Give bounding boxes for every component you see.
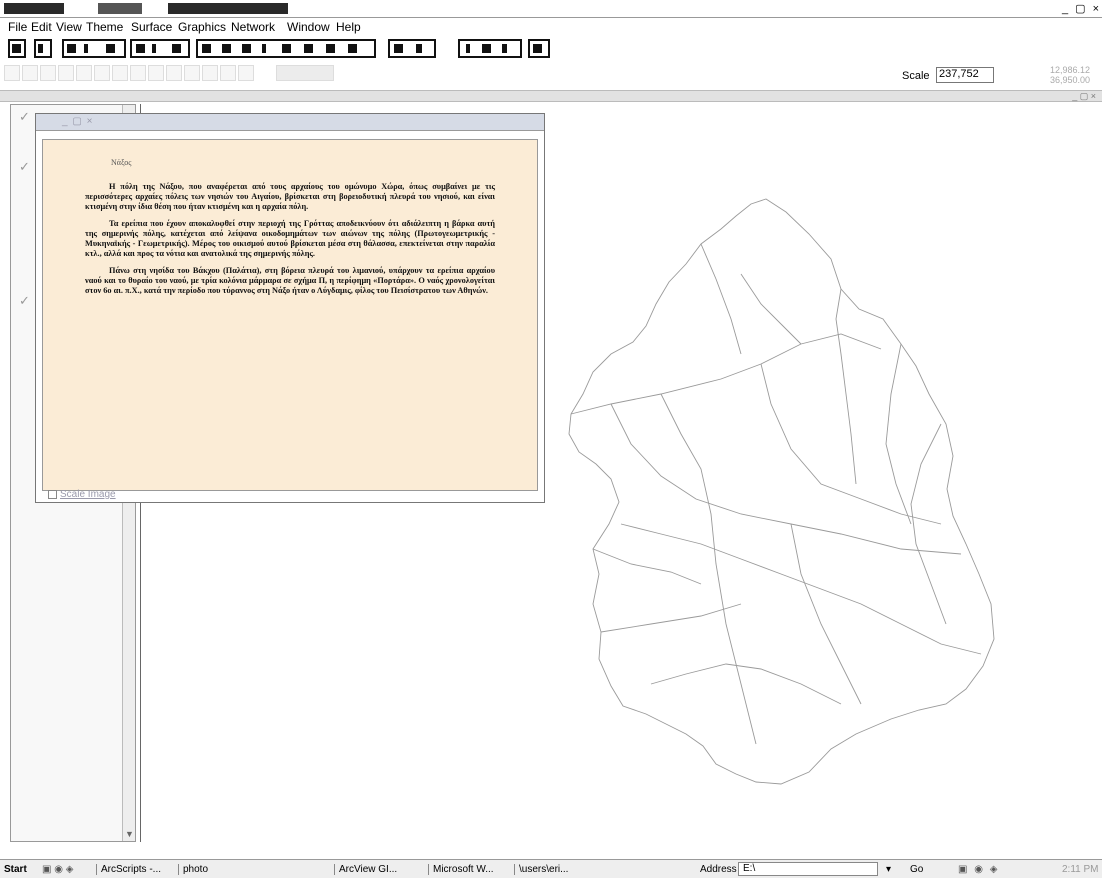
go-button[interactable]: Go [910, 864, 923, 875]
layer-visibility-checkbox[interactable]: ✓ [19, 159, 30, 175]
taskbar-item[interactable]: photo [178, 864, 208, 875]
window-controls[interactable]: _ ▢ × [1062, 2, 1101, 15]
view-window-controls[interactable]: _ ▢ × [1072, 91, 1096, 102]
title-block [98, 3, 142, 14]
menu-bar: File Edit View Theme Surface Graphics Ne… [0, 19, 1102, 36]
text-tool-icon[interactable] [184, 65, 200, 81]
road [790, 523, 862, 705]
road [835, 288, 857, 485]
menu-view[interactable]: View [56, 20, 82, 34]
address-dropdown-icon[interactable]: ▾ [886, 864, 891, 875]
graphics-tools-group[interactable] [196, 39, 376, 58]
identify-tool-icon[interactable] [40, 65, 56, 81]
snap-tool-icon[interactable] [220, 65, 236, 81]
save-button[interactable] [8, 39, 26, 58]
main-toolbar [0, 37, 1102, 61]
hotlink-tool-icon[interactable] [130, 65, 146, 81]
network-tool-icons[interactable] [276, 65, 334, 81]
draw-tool-icon[interactable] [202, 65, 218, 81]
menu-window[interactable]: Window [287, 20, 330, 34]
road [570, 333, 882, 415]
menu-help[interactable]: Help [336, 20, 361, 34]
taskbar-item[interactable]: Microsoft W... [428, 864, 494, 875]
road [885, 343, 912, 525]
document-paragraph: Πάνω στη νησίδα του Βάκχου (Παλάτια), στ… [85, 266, 495, 295]
road [650, 663, 842, 705]
road [592, 548, 702, 585]
scale-image-label: Scale Image [60, 489, 116, 500]
taskbar-item[interactable]: ArcScripts -... [96, 864, 161, 875]
address-label: Address [700, 864, 737, 875]
title-block [168, 3, 288, 14]
menu-file[interactable]: File [8, 20, 27, 34]
island-outline [568, 198, 995, 785]
start-button[interactable]: Start [4, 864, 27, 875]
road [660, 393, 757, 745]
area-of-interest-tool-icon[interactable] [148, 65, 164, 81]
measure-tool-icon[interactable] [112, 65, 128, 81]
cursor-coordinates: 12,986.12 36,950.00 [1040, 65, 1090, 85]
vertex-tool-icon[interactable] [22, 65, 38, 81]
text-window-title-bar[interactable]: _ ▢ × [36, 114, 544, 131]
road [620, 523, 982, 655]
view-window-title-bar: _ ▢ × [0, 90, 1102, 102]
theme-tools-group[interactable] [62, 39, 126, 58]
document-paragraph: Η πόλη της Νάξου, που αναφέρεται από του… [85, 182, 495, 211]
menu-network[interactable]: Network [231, 20, 275, 34]
scale-input[interactable]: 237,752 [936, 67, 994, 83]
layer-visibility-checkbox[interactable]: ✓ [19, 293, 30, 309]
add-theme-button[interactable] [34, 39, 52, 58]
system-tray-icons[interactable]: ▣ ◉ ◈ [958, 864, 999, 875]
help-tool-button[interactable] [528, 39, 550, 58]
network-tools-group[interactable] [388, 39, 436, 58]
quick-launch-icons[interactable]: ▣ ◉ ◈ [42, 864, 73, 875]
query-tools-group[interactable] [130, 39, 190, 58]
pan-tool-icon[interactable] [94, 65, 110, 81]
taskbar-item[interactable]: ArcView GI... [334, 864, 397, 875]
scale-image-checkbox[interactable]: Scale Image [48, 489, 116, 500]
app-icon [4, 3, 64, 14]
app-title-bar: _ ▢ × [0, 0, 1102, 18]
address-input[interactable]: E:\ [738, 862, 878, 876]
pointer-tool-icon[interactable] [4, 65, 20, 81]
document-text: Νάξος Η πόλη της Νάξου, που αναφέρεται α… [42, 139, 538, 491]
scale-label: Scale [902, 70, 930, 82]
menu-theme[interactable]: Theme [86, 20, 123, 34]
road [700, 243, 742, 355]
menu-graphics[interactable]: Graphics [178, 20, 226, 34]
taskbar: Start ▣ ◉ ◈ ArcScripts -... photo ArcVie… [0, 859, 1102, 878]
text-window-controls[interactable]: _ ▢ × [62, 116, 538, 127]
road [760, 363, 942, 525]
taskbar-item[interactable]: \users\eri... [514, 864, 568, 875]
road [600, 603, 742, 633]
layer-visibility-checkbox[interactable]: ✓ [19, 109, 30, 125]
y-coordinate: 36,950.00 [1049, 75, 1090, 85]
text-window[interactable]: _ ▢ × Νάξος Η πόλη της Νάξου, που αναφέρ… [35, 113, 545, 503]
road [740, 273, 802, 345]
tool-palette: Scale 237,752 12,986.12 36,950.00 [0, 61, 1102, 89]
road [610, 403, 962, 555]
menu-surface[interactable]: Surface [131, 20, 172, 34]
checkbox-icon[interactable] [48, 489, 57, 499]
x-coordinate: 12,986.12 [1049, 65, 1090, 75]
zoom-out-tool-icon[interactable] [76, 65, 92, 81]
document-heading: Νάξος [111, 158, 132, 167]
select-graphics-tool-icon[interactable] [238, 65, 254, 81]
document-paragraph: Τα ερείπια που έχουν αποκαλυφθεί στην πε… [85, 219, 495, 258]
zoom-tools-group[interactable] [458, 39, 522, 58]
menu-edit[interactable]: Edit [31, 20, 52, 34]
scroll-down-icon[interactable]: ▼ [125, 829, 134, 839]
zoom-in-tool-icon[interactable] [58, 65, 74, 81]
label-tool-icon[interactable] [166, 65, 182, 81]
clock: 2:11 PM [1062, 864, 1099, 875]
